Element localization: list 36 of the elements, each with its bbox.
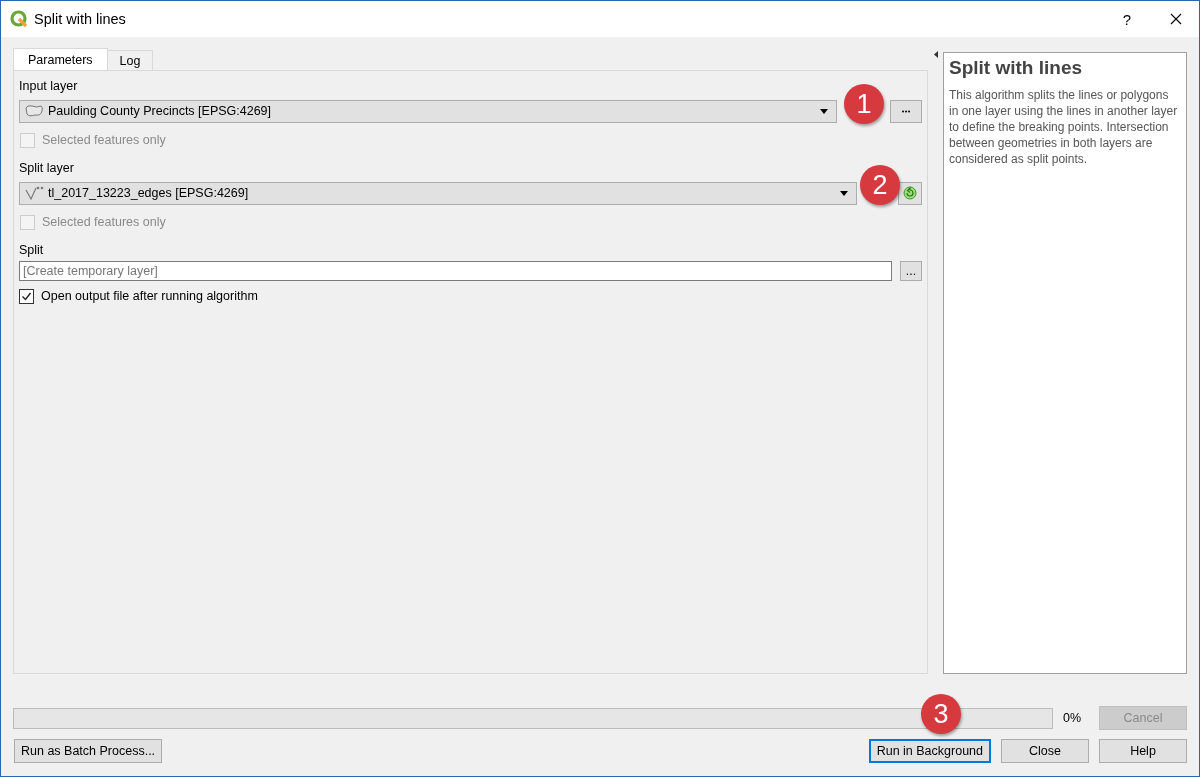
help-glyph[interactable]: ?	[1107, 10, 1147, 28]
dots-icon	[902, 109, 910, 113]
layer-dropdown[interactable]: tl_2017_13223_edges [EPSG:4269]	[19, 181, 857, 205]
dropdown-arrow-icon	[820, 108, 828, 114]
output-field[interactable]: [Create temporary layer]	[19, 261, 892, 281]
numbered-callout: 1	[844, 84, 884, 124]
dialog-button[interactable]: Help	[1099, 739, 1187, 763]
field-label: Split layer	[19, 159, 75, 176]
checkbox[interactable]	[19, 288, 34, 304]
batch-process-button[interactable]: Run as Batch Process...	[14, 739, 163, 763]
dialog-button[interactable]: Run in Background	[868, 739, 991, 763]
checkbox-label: Selected features only	[42, 133, 166, 147]
collapse-arrow-icon	[934, 51, 938, 58]
options-button[interactable]	[890, 99, 922, 123]
field-label: Split	[19, 241, 45, 258]
browse-button[interactable]: ...	[900, 261, 922, 281]
line-layer-icon	[24, 185, 44, 201]
numbered-callout: 3	[921, 694, 961, 734]
checkbox-label: Open output file after running algorithm	[41, 289, 258, 303]
tab[interactable]: Parameters	[13, 48, 108, 70]
window-title: Split with lines	[34, 11, 127, 27]
numbered-callout: 2	[860, 165, 900, 205]
refresh-icon	[903, 186, 917, 200]
progress-percent: 0%	[1063, 711, 1083, 725]
checkbox-label: Selected features only	[42, 215, 166, 229]
dropdown-arrow-icon	[840, 190, 848, 196]
field-label: Input layer	[19, 77, 79, 94]
check-icon	[21, 290, 32, 302]
dialog-button[interactable]: Close	[1001, 739, 1089, 763]
help-text: This algorithm splits the lines or polygons in one layer using the lines in another layer to define the breaking points. Intersection between geometries in both layers are considered as split points.	[949, 87, 1179, 167]
polygon-layer-icon	[24, 104, 44, 118]
tab[interactable]: Log	[106, 50, 154, 70]
help-title: Split with lines	[949, 57, 1083, 79]
iterate-button[interactable]	[898, 181, 922, 205]
layer-dropdown[interactable]: Paulding County Precincts [EPSG:4269]	[19, 99, 837, 123]
app-logo-icon	[10, 10, 28, 28]
